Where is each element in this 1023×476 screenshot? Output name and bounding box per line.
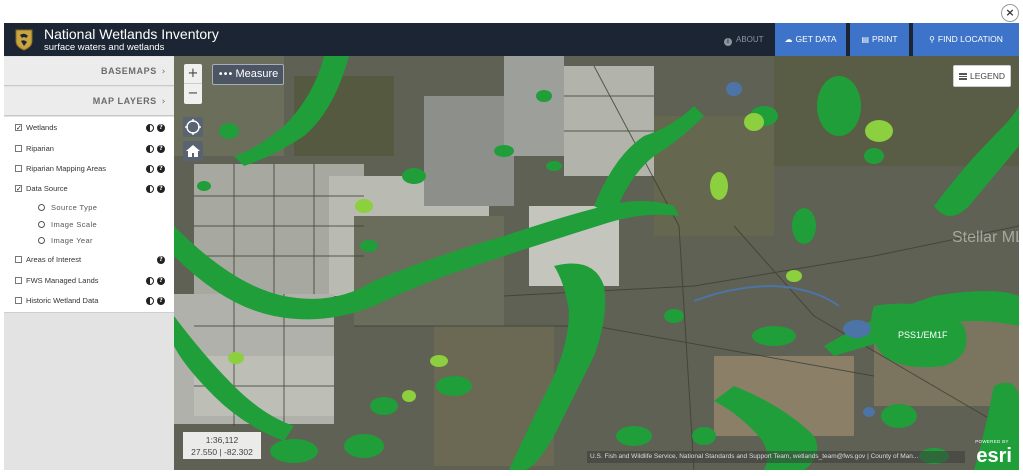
layer-wetlands: ✓ Wetlands ? [4,121,174,135]
help-icon[interactable]: ? [157,297,165,305]
get-data-label: GET DATA [795,34,837,44]
about-label: ABOUT [736,35,764,44]
layer-checkbox[interactable]: ✓ [15,185,22,193]
coordinate-readout: 27.550 | -82.302 [191,447,253,457]
scale-readout: 1:36,112 27.550 | -82.302 [183,432,261,459]
find-location-label: FIND LOCATION [937,34,1003,44]
legend-button[interactable]: LEGEND [953,65,1011,87]
help-icon[interactable]: ? [157,145,165,153]
app-window: × National Wetlands Inventory surface wa… [0,0,1023,476]
print-label: PRINT [872,34,898,44]
map-layers-label: MAP LAYERS [92,96,157,106]
help-icon[interactable]: ? [157,256,165,264]
list-icon [959,73,968,80]
find-location-button[interactable]: ⚲ FIND LOCATION [913,23,1019,56]
layer-areas-of-interest: Areas of Interest ? [4,253,174,267]
watermark: Stellar MLS [952,229,1019,246]
chevron-right-icon: › [161,97,166,107]
layer-fws-managed-lands: FWS Managed Lands ? [4,274,174,288]
sublayer-label: Image Year [51,236,93,245]
layer-checkbox[interactable]: ✓ [15,124,22,132]
fws-logo-icon [15,29,33,51]
map-layers-toggle[interactable]: MAP LAYERS › [4,87,174,116]
print-icon: ▤ [861,35,870,44]
opacity-icon[interactable] [146,185,154,193]
ellipsis-icon: ••• [217,69,234,80]
map-view[interactable]: + − •••Measure LEGEND Stellar MLS PSS1/E… [174,56,1019,470]
zoom-control: + − [184,64,202,104]
layer-historic-wetland-data: Historic Wetland Data ? [4,294,174,308]
opacity-icon[interactable] [146,124,154,132]
about-link[interactable]: i ABOUT [724,23,764,56]
basemaps-label: BASEMAPS [100,66,157,76]
help-icon[interactable]: ? [157,124,165,132]
scale-value: 1:36,112 [205,435,239,445]
app-header: National Wetlands Inventory surface wate… [4,23,1019,56]
layer-riparian: Riparian ? [4,142,174,156]
get-data-button[interactable]: ☁ GET DATA [775,23,846,56]
app-subtitle: surface waters and wetlands [44,42,165,53]
esri-name: esri [976,445,1012,467]
measure-label: Measure [235,68,279,80]
sublayer-radio[interactable] [38,221,45,228]
opacity-icon[interactable] [146,165,154,173]
sublayer-label: Image Scale [51,220,98,229]
sublayer-source-type: Source Type [4,201,174,215]
sublayer-label: Source Type [51,203,98,212]
home-icon [186,145,200,157]
esri-logo: POWERED BY esri [969,439,1015,467]
help-icon[interactable]: ? [157,277,165,285]
sublayer-image-scale: Image Scale [4,218,174,232]
info-icon: i [724,38,732,46]
measure-button[interactable]: ••• Measure [212,64,284,85]
app-title: National Wetlands Inventory [44,26,219,42]
layers-panel: ✓ Wetlands ? Riparian ? Riparian Mapping… [4,117,174,313]
layer-label: Historic Wetland Data [26,296,99,305]
close-button[interactable]: × [1001,4,1019,22]
opacity-icon[interactable] [146,297,154,305]
map-attribution: U.S. Fish and Wildlife Service, National… [587,451,965,463]
layer-label: Riparian Mapping Areas [26,164,107,173]
layer-label: Areas of Interest [26,255,82,264]
crosshair-icon [185,119,201,135]
chevron-right-icon: › [161,67,166,77]
layer-label: Wetlands [26,123,58,132]
layer-checkbox[interactable] [15,165,22,172]
print-button[interactable]: ▤ PRINT [850,23,909,56]
layer-checkbox[interactable] [15,277,22,284]
layer-checkbox[interactable] [15,256,22,263]
legend-label: LEGEND [970,71,1005,81]
layer-checkbox[interactable] [15,297,22,304]
home-button[interactable] [183,141,203,161]
layer-data-source: ✓ Data Source ? [4,182,174,196]
aerial-imagery [174,56,1019,470]
basemaps-toggle[interactable]: BASEMAPS › [4,57,174,86]
help-icon[interactable]: ? [157,185,165,193]
layer-label: FWS Managed Lands [26,276,99,285]
sublayer-image-year: Image Year [4,234,174,248]
search-icon: ⚲ [929,35,935,44]
cloud-download-icon: ☁ [784,35,793,44]
layer-label: Data Source [26,184,68,193]
sublayer-radio[interactable] [38,237,45,244]
zoom-out-button[interactable]: − [184,84,202,104]
layer-checkbox[interactable] [15,145,22,152]
layer-riparian-mapping-areas: Riparian Mapping Areas ? [4,162,174,176]
layer-label: Riparian [26,144,54,153]
wetland-code-label: PSS1/EM1F [898,330,948,340]
sublayer-radio[interactable] [38,204,45,211]
help-icon[interactable]: ? [157,165,165,173]
locate-button[interactable] [183,117,203,137]
opacity-icon[interactable] [146,145,154,153]
zoom-in-button[interactable]: + [184,64,202,84]
sidebar: BASEMAPS › MAP LAYERS › ✓ Wetlands ? Ripar… [4,56,174,470]
opacity-icon[interactable] [146,277,154,285]
